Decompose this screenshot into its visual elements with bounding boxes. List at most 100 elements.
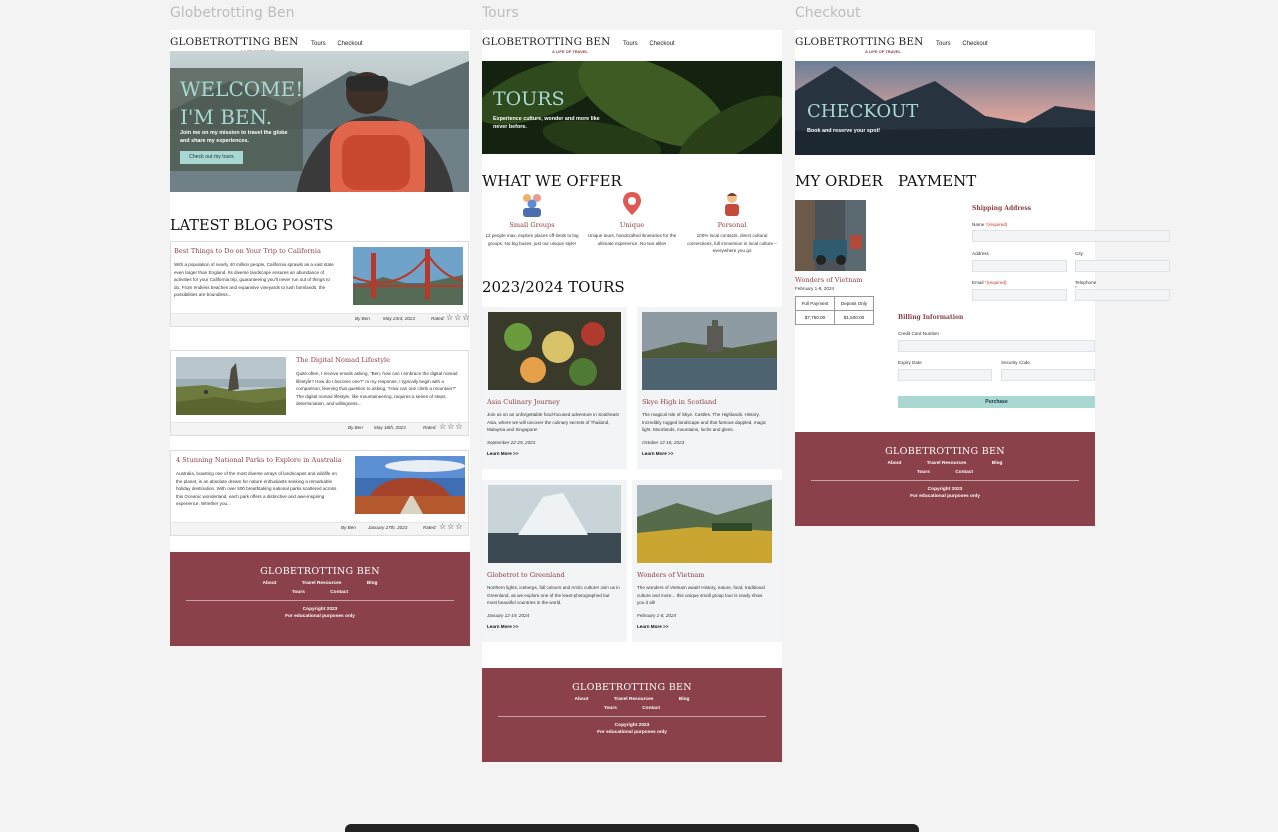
blog-post-title[interactable]: 4 Stunning National Parks to Explore in … [176, 456, 342, 464]
tour-date: October 12-18, 2023 [642, 440, 685, 445]
price-col-full: Full Payment [796, 297, 835, 311]
tour-date: February 1-8, 2024 [637, 613, 677, 618]
nav-tours-link[interactable]: Tours [623, 41, 638, 47]
footer-about-link[interactable]: About [888, 461, 902, 466]
tour-title[interactable]: Asia Culinary Journey [487, 398, 560, 406]
nav-checkout-link[interactable]: Checkout [962, 41, 987, 47]
tour-title[interactable]: Skye High in Scotland [642, 398, 716, 406]
tours-hero-title: TOURS [493, 88, 565, 110]
footer-contact-link[interactable]: Contact [642, 706, 660, 711]
name-input[interactable] [972, 230, 1170, 242]
tour-card[interactable]: Wonders of Vietnam The wonders of Vietna… [632, 480, 782, 642]
offer-text: Unique tours, handcrafted itineraries fo… [587, 233, 677, 246]
blog-post-card[interactable]: Best Things to Do on Your Trip to Califo… [170, 241, 470, 327]
footer-note: For educational purposes only [285, 614, 355, 619]
price-deposit-option[interactable]: $1,500.00 [835, 311, 873, 324]
blog-post-date: May 23rd, 2023 [383, 316, 415, 321]
footer-title: GLOBETROTTING BEN [572, 682, 692, 693]
tour-learn-more-link[interactable]: Learn More >> [637, 623, 668, 631]
footer-resources-link[interactable]: Travel Resources [302, 581, 342, 586]
footer-tours-link[interactable]: Tours [604, 706, 617, 711]
blog-post-title[interactable]: Best Things to Do on Your Trip to Califo… [174, 247, 321, 255]
order-item-title: Wonders of Vietnam [795, 276, 863, 284]
footer-tours-link[interactable]: Tours [917, 470, 930, 475]
email-input[interactable] [972, 289, 1067, 301]
tour-title[interactable]: Globetrot to Greenland [487, 571, 565, 579]
footer-copyright: Copyright 2023 [927, 487, 963, 492]
tour-learn-more-link[interactable]: Learn More >> [487, 623, 518, 631]
email-required-mark: *(required) [984, 280, 1007, 285]
footer-links-row1: About Travel Resources Blog [795, 461, 1095, 466]
nav-tours-link[interactable]: Tours [311, 41, 326, 47]
purchase-button[interactable]: Purchase [898, 396, 1095, 408]
footer-blog-link[interactable]: Blog [679, 697, 690, 702]
main-nav: Tours Checkout [311, 41, 373, 47]
footer-resources-link[interactable]: Travel Resources [927, 461, 967, 466]
footer-divider [498, 716, 766, 717]
blog-post-star-rating[interactable]: ☆☆☆ [439, 422, 464, 431]
footer-contact-link[interactable]: Contact [330, 590, 348, 595]
tour-description: The wonders of Vietnam await! History, n… [637, 585, 765, 605]
footer-copyright: Copyright 2023 [302, 607, 338, 612]
blog-post-card[interactable]: The Digital Nomad Lifestyle Quite often,… [170, 350, 469, 436]
site-logo[interactable]: GLOBETROTTING BEN [795, 36, 923, 48]
footer-blog-link[interactable]: Blog [992, 461, 1003, 466]
blog-post-author: By Ben [355, 316, 370, 321]
tours-hero-subtext: Experience culture, wonder and more like… [493, 116, 600, 130]
tour-card[interactable]: Asia Culinary Journey Join us on an unfo… [482, 307, 627, 469]
blog-post-date: May 18th, 2023 [374, 425, 406, 430]
tours-frame: GLOBETROTTING BEN A LIFE OF TRAVEL Tours… [482, 30, 782, 762]
tour-learn-more-link[interactable]: Learn More >> [642, 450, 673, 458]
tour-description: Northern lights, icebergs, fall colours … [487, 585, 620, 605]
offer-title: Unique [619, 221, 645, 229]
price-col-deposit: Deposit Only [835, 297, 873, 311]
nav-checkout-link[interactable]: Checkout [337, 41, 362, 47]
offer-text: 100% local contacts, direct cultural con… [687, 233, 777, 253]
card-number-input[interactable] [898, 340, 1095, 352]
order-item-date: February 1-8, 2024 [795, 286, 835, 291]
blog-post-rated-label: Rated: [423, 525, 437, 530]
footer-blog-link[interactable]: Blog [367, 581, 378, 586]
nav-checkout-link[interactable]: Checkout [649, 41, 674, 47]
footer-about-link[interactable]: About [575, 697, 589, 702]
blog-post-card[interactable]: 4 Stunning National Parks to Explore in … [170, 450, 469, 536]
price-full-option[interactable]: $7,750.00 [796, 311, 835, 324]
blog-post-footer: By Ben May 23rd, 2023 Rated: ☆☆☆ [171, 313, 470, 326]
tour-card[interactable]: Globetrot to Greenland Northern lights, … [482, 480, 627, 642]
blog-post-star-rating[interactable]: ☆☆☆ [446, 313, 470, 322]
tour-card[interactable]: Skye High in Scotland The magical Isle o… [637, 307, 782, 469]
expiry-input[interactable] [898, 369, 992, 381]
site-footer: GLOBETROTTING BEN About Travel Resources… [795, 432, 1095, 526]
frame-label-home: Globetrotting Ben [170, 5, 295, 21]
home-hero: WELCOME! I'M BEN. Join me on my mission … [170, 51, 469, 192]
city-input[interactable] [1075, 260, 1170, 272]
site-logo[interactable]: GLOBETROTTING BEN [482, 36, 610, 48]
tour-title[interactable]: Wonders of Vietnam [637, 571, 705, 579]
footer-contact-link[interactable]: Contact [955, 470, 973, 475]
blog-post-image-uluru [355, 456, 465, 514]
address-input[interactable] [972, 260, 1067, 272]
tour-image-iceberg [488, 485, 621, 563]
hero-cta-button[interactable]: Check out my tours [180, 151, 243, 164]
footer-resources-link[interactable]: Travel Resources [614, 697, 654, 702]
hero-subtext: Join me on my mission to travel the glob… [180, 130, 288, 144]
tour-learn-more-link[interactable]: Learn More >> [487, 450, 518, 458]
footer-about-link[interactable]: About [263, 581, 277, 586]
order-price-table: Full Payment Deposit Only $7,750.00 $1,5… [795, 296, 874, 325]
footer-tours-link[interactable]: Tours [292, 590, 305, 595]
blog-post-title[interactable]: The Digital Nomad Lifestyle [296, 356, 390, 364]
person-guide-icon [725, 193, 739, 216]
shipping-section-title: Shipping Address [972, 205, 1032, 212]
site-logo[interactable]: GLOBETROTTING BEN [170, 36, 298, 48]
blog-post-star-rating[interactable]: ☆☆☆ [439, 522, 464, 531]
footer-note: For educational purposes only [910, 494, 980, 499]
offer-small-groups: Small Groups 12 people max, explore plac… [482, 190, 582, 247]
nav-tours-link[interactable]: Tours [936, 41, 951, 47]
group-people-icon [523, 194, 541, 217]
footer-links-row2: Tours Contact [482, 706, 782, 711]
offer-title: Small Groups [509, 221, 555, 229]
tour-image-vietnam-fields [637, 485, 772, 563]
checkout-hero: CHECKOUT Book and reserve your spot! [795, 61, 1095, 155]
security-code-input[interactable] [1001, 369, 1095, 381]
telephone-input[interactable] [1075, 289, 1170, 301]
